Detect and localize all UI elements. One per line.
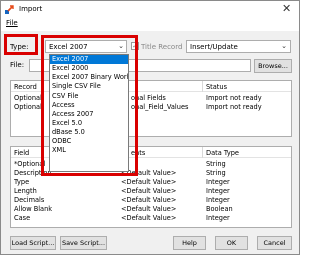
menu-file[interactable]: File	[6, 19, 18, 27]
column-header-field[interactable]: Field	[14, 149, 29, 157]
column-header-status[interactable]: Status	[206, 83, 227, 91]
help-button[interactable]: Help	[173, 236, 206, 250]
type-dropdown-list: Excel 2007 Excel 2000 Excel 2007 Binary Wo…	[49, 54, 129, 172]
browse-button[interactable]: Browse...	[254, 59, 292, 73]
dropdown-option[interactable]: Excel 2007 Binary Workb	[50, 73, 128, 82]
dropdown-option[interactable]: ODBC	[50, 137, 128, 146]
title-bar: Import ✕	[1, 1, 299, 17]
dropdown-option[interactable]: Excel 2007	[50, 55, 128, 65]
action-select-value: Insert/Update	[190, 43, 238, 51]
dropdown-option[interactable]: XML	[50, 146, 128, 155]
dropdown-option[interactable]: Access	[50, 101, 128, 110]
dropdown-option[interactable]: Excel 5.0	[50, 119, 128, 128]
column-divider	[202, 81, 203, 92]
menu-bar: File	[1, 17, 299, 31]
type-label-highlight	[4, 34, 38, 55]
dropdown-option[interactable]: Excel 2000	[50, 64, 128, 73]
column-header-record[interactable]: Record	[14, 83, 37, 91]
app-icon	[5, 5, 14, 14]
ok-button[interactable]: OK	[215, 236, 248, 250]
file-label: File:	[10, 61, 25, 69]
column-header-data-type[interactable]: Data Type	[206, 149, 239, 157]
load-script-button[interactable]: Load Script...	[10, 236, 56, 250]
cancel-button[interactable]: Cancel	[257, 236, 292, 250]
dropdown-option[interactable]: CSV File	[50, 92, 128, 101]
dropdown-option[interactable]: Access 2007	[50, 110, 128, 119]
import-dialog: Import ✕ File Type: Excel 2007 ⌄ ✓ Title…	[0, 0, 300, 255]
dropdown-option[interactable]: dBase 5.0	[50, 128, 128, 137]
column-divider	[202, 147, 203, 158]
chevron-down-icon: ⌄	[281, 42, 287, 50]
title-record-label: Title Record	[141, 43, 183, 51]
close-icon[interactable]: ✕	[282, 2, 291, 16]
action-select[interactable]: Insert/Update ⌄	[186, 40, 291, 53]
window-title: Import	[19, 5, 43, 13]
dropdown-option[interactable]: Single CSV File	[50, 82, 128, 91]
save-script-button[interactable]: Save Script...	[60, 236, 107, 250]
